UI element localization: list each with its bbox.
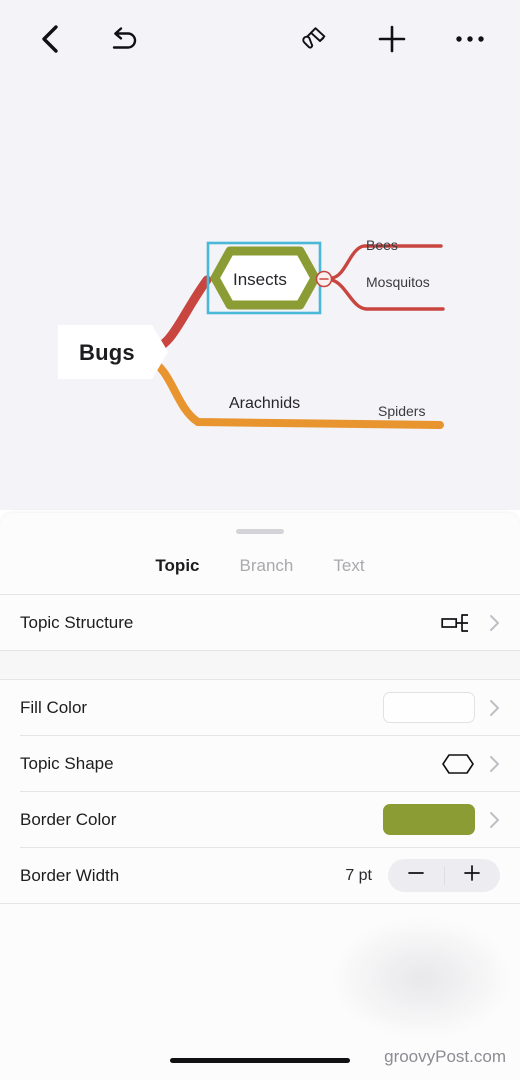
node-spiders-label[interactable]: Spiders <box>378 403 425 419</box>
brush-tool-button[interactable] <box>292 17 336 61</box>
minus-icon <box>407 866 425 885</box>
watermark-label: groovyPost.com <box>384 1047 506 1066</box>
toolbar-left-group <box>28 17 146 61</box>
topic-structure-icon <box>441 611 475 635</box>
back-button[interactable] <box>28 17 72 61</box>
sheet-tabs: Topic Branch Text <box>0 538 520 594</box>
border-width-label: Border Width <box>20 865 120 885</box>
hexagon-icon <box>441 753 475 775</box>
row-topic-shape[interactable]: Topic Shape <box>0 736 520 791</box>
row-border-color[interactable]: Border Color <box>0 792 520 847</box>
node-mosquitos-label[interactable]: Mosquitos <box>366 274 430 290</box>
ellipsis-icon <box>455 33 485 45</box>
fill-color-label: Fill Color <box>20 697 88 717</box>
chevron-right-icon <box>489 755 500 773</box>
border-width-increment-button[interactable] <box>445 864 501 887</box>
chevron-right-icon <box>489 614 500 632</box>
chevron-right-icon <box>489 811 500 829</box>
mindmap-graphics <box>58 241 445 429</box>
row-topic-structure[interactable]: Topic Structure <box>0 595 520 650</box>
mindmap-canvas[interactable]: Bugs Insects Bees Mosquitos Arachnids Sp… <box>0 78 520 510</box>
top-toolbar <box>0 0 520 78</box>
tab-branch[interactable]: Branch <box>240 556 294 576</box>
blurred-content <box>332 918 512 1038</box>
plus-icon <box>377 24 407 54</box>
more-options-button[interactable] <box>448 17 492 61</box>
node-insects-label[interactable]: Insects <box>233 270 287 290</box>
fill-color-swatch[interactable] <box>383 692 475 723</box>
sheet-empty-area <box>0 904 520 1064</box>
undo-arrow-icon <box>108 25 140 53</box>
border-color-value <box>383 804 500 835</box>
node-root-label[interactable]: Bugs <box>79 340 135 366</box>
tab-topic[interactable]: Topic <box>155 556 199 576</box>
add-button[interactable] <box>370 17 414 61</box>
border-color-label: Border Color <box>20 809 117 829</box>
topic-structure-value <box>441 611 500 635</box>
border-width-value-text: 7 pt <box>345 866 372 884</box>
toolbar-right-group <box>292 17 492 61</box>
topic-shape-value <box>441 753 500 775</box>
tab-text[interactable]: Text <box>333 556 364 576</box>
chevron-left-icon <box>39 23 61 55</box>
topic-structure-label: Topic Structure <box>20 612 134 632</box>
topic-shape-label: Topic Shape <box>20 753 114 773</box>
border-width-stepper <box>388 859 500 892</box>
border-width-value: 7 pt <box>345 859 500 892</box>
chevron-right-icon <box>489 699 500 717</box>
border-color-swatch[interactable] <box>383 804 475 835</box>
home-indicator <box>170 1058 350 1063</box>
node-arachnids-label[interactable]: Arachnids <box>229 395 300 413</box>
node-bees-label[interactable]: Bees <box>366 237 398 253</box>
sheet-drag-handle[interactable] <box>236 529 284 534</box>
format-bottom-sheet: Topic Branch Text Topic Structure Fill C… <box>0 513 520 1080</box>
row-fill-color[interactable]: Fill Color <box>0 680 520 735</box>
fill-color-value <box>383 692 500 723</box>
undo-button[interactable] <box>102 17 146 61</box>
border-width-decrement-button[interactable] <box>388 866 444 885</box>
paint-roller-icon <box>299 24 329 54</box>
row-border-width: Border Width 7 pt <box>0 848 520 903</box>
section-spacer <box>0 650 520 680</box>
plus-icon <box>463 864 481 887</box>
